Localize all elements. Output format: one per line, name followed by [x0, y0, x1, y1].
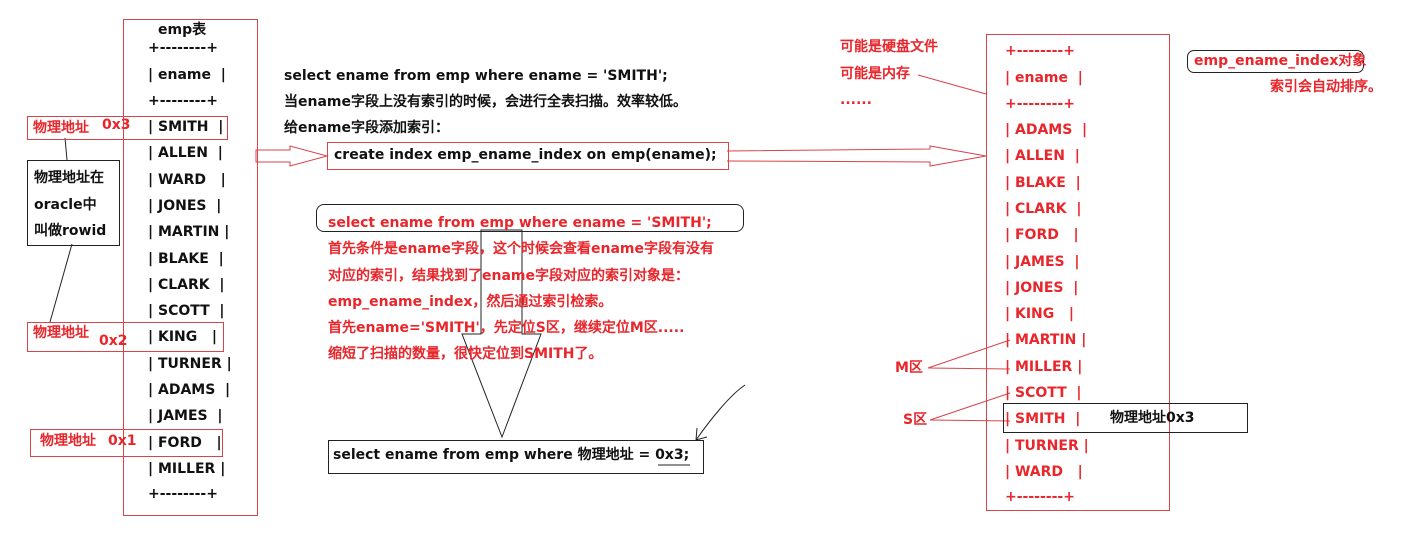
address-value: 0x1 — [108, 433, 137, 449]
rowid-note-line: oracle中 — [34, 197, 97, 213]
table-row: | MILLER | — [1005, 358, 1083, 375]
table-row: | ADAMS | — [1005, 122, 1088, 138]
table-row: | ADAMS | — [148, 382, 231, 398]
table-row: | TURNER | — [148, 355, 232, 372]
storage-note: ...... — [840, 92, 872, 108]
index-subtitle: 索引会自动排序。 — [1270, 79, 1382, 95]
table-row: | SCOTT | — [1005, 385, 1082, 401]
table-border: +--------+ — [1005, 43, 1075, 59]
table-border: +--------+ — [1005, 489, 1075, 505]
address-label: 物理地址 — [33, 120, 89, 136]
table-row: | SCOTT | — [148, 303, 225, 320]
explanation-line: 缩短了扫描的数量，很快定位到SMITH了。 — [328, 346, 603, 362]
table-row: | JONES | — [148, 197, 222, 214]
table-row: | MARTIN | — [148, 224, 230, 241]
table-header: | ename | — [1005, 70, 1083, 86]
explanation-line: select ename from emp where ename = 'SMI… — [328, 215, 712, 231]
address-value: 0x3 — [102, 117, 131, 133]
s-zone-label: S区 — [903, 412, 928, 428]
table-border: +--------+ — [148, 40, 218, 56]
intro-line: select ename from emp where ename = 'SMI… — [284, 68, 668, 84]
table-row: | JAMES | — [148, 408, 223, 425]
m-zone-label: M区 — [895, 360, 923, 376]
table-row: | ALLEN | — [1005, 148, 1080, 165]
table-row: | JONES | — [1005, 279, 1079, 296]
explanation-line: emp_ename_index，然后通过索引检索。 — [328, 294, 613, 310]
table-row: | FORD | — [1005, 227, 1079, 244]
table-border: +--------+ — [148, 93, 218, 109]
table-row: | WARD | — [1005, 463, 1083, 480]
storage-note: 可能是硬盘文件 — [840, 39, 938, 55]
explanation-line: 对应的索引，结果找到了ename字段对应的索引对象是： — [328, 268, 689, 284]
smith-address: 物理地址0x3 — [1110, 410, 1195, 426]
storage-note: 可能是内存 — [840, 66, 910, 82]
emp-table-title: emp表 — [158, 22, 207, 38]
final-query-value: 0x3; — [655, 447, 690, 463]
explanation-line: 首先ename='SMITH'，先定位S区，继续定位M区..... — [328, 320, 685, 336]
address-label: 物理地址 — [33, 325, 89, 341]
table-row: | CLARK | — [148, 276, 225, 293]
table-row: | CLARK | — [1005, 200, 1082, 217]
table-row: | WARD | — [148, 171, 226, 188]
table-border: +--------+ — [148, 486, 218, 502]
leader-line — [64, 137, 68, 161]
curved-arrow — [695, 384, 746, 441]
table-row: | TURNER | — [1005, 437, 1089, 454]
leader-line — [917, 74, 987, 95]
rowid-note-line: 叫做rowid — [34, 223, 107, 239]
address-label: 物理地址 — [40, 433, 96, 449]
address-value: 0x2 — [99, 333, 128, 349]
hollow-arrow-right — [726, 145, 987, 167]
table-row: | JAMES | — [1005, 253, 1080, 270]
leader-line — [49, 243, 73, 323]
table-row: | ALLEN | — [148, 145, 223, 162]
table-header: | ename | — [148, 67, 226, 83]
intro-line: 当ename字段上没有索引的时候，会进行全表扫描。效率较低。 — [284, 94, 687, 110]
table-row: | BLAKE | — [148, 250, 224, 267]
table-row: | MILLER | — [148, 460, 226, 477]
rowid-note-line: 物理地址在 — [34, 170, 104, 186]
hollow-arrow-right — [255, 145, 329, 167]
table-border: +--------+ — [1005, 96, 1075, 112]
explanation-line: 首先条件是ename字段，这个时候会查看ename字段有没有 — [328, 241, 714, 257]
table-row: | BLAKE | — [1005, 174, 1081, 191]
table-row: | MARTIN | — [1005, 332, 1087, 349]
create-index-statement: create index emp_ename_index on emp(enam… — [334, 147, 717, 163]
table-row: | KING | — [1005, 306, 1074, 323]
index-title: emp_ename_index对象 — [1194, 53, 1367, 69]
final-query-prefix: select ename from emp where 物理地址 = — [333, 447, 656, 463]
final-query: select ename from emp where 物理地址 = 0x3; — [333, 446, 689, 464]
intro-line: 给ename字段添加索引： — [284, 120, 449, 136]
